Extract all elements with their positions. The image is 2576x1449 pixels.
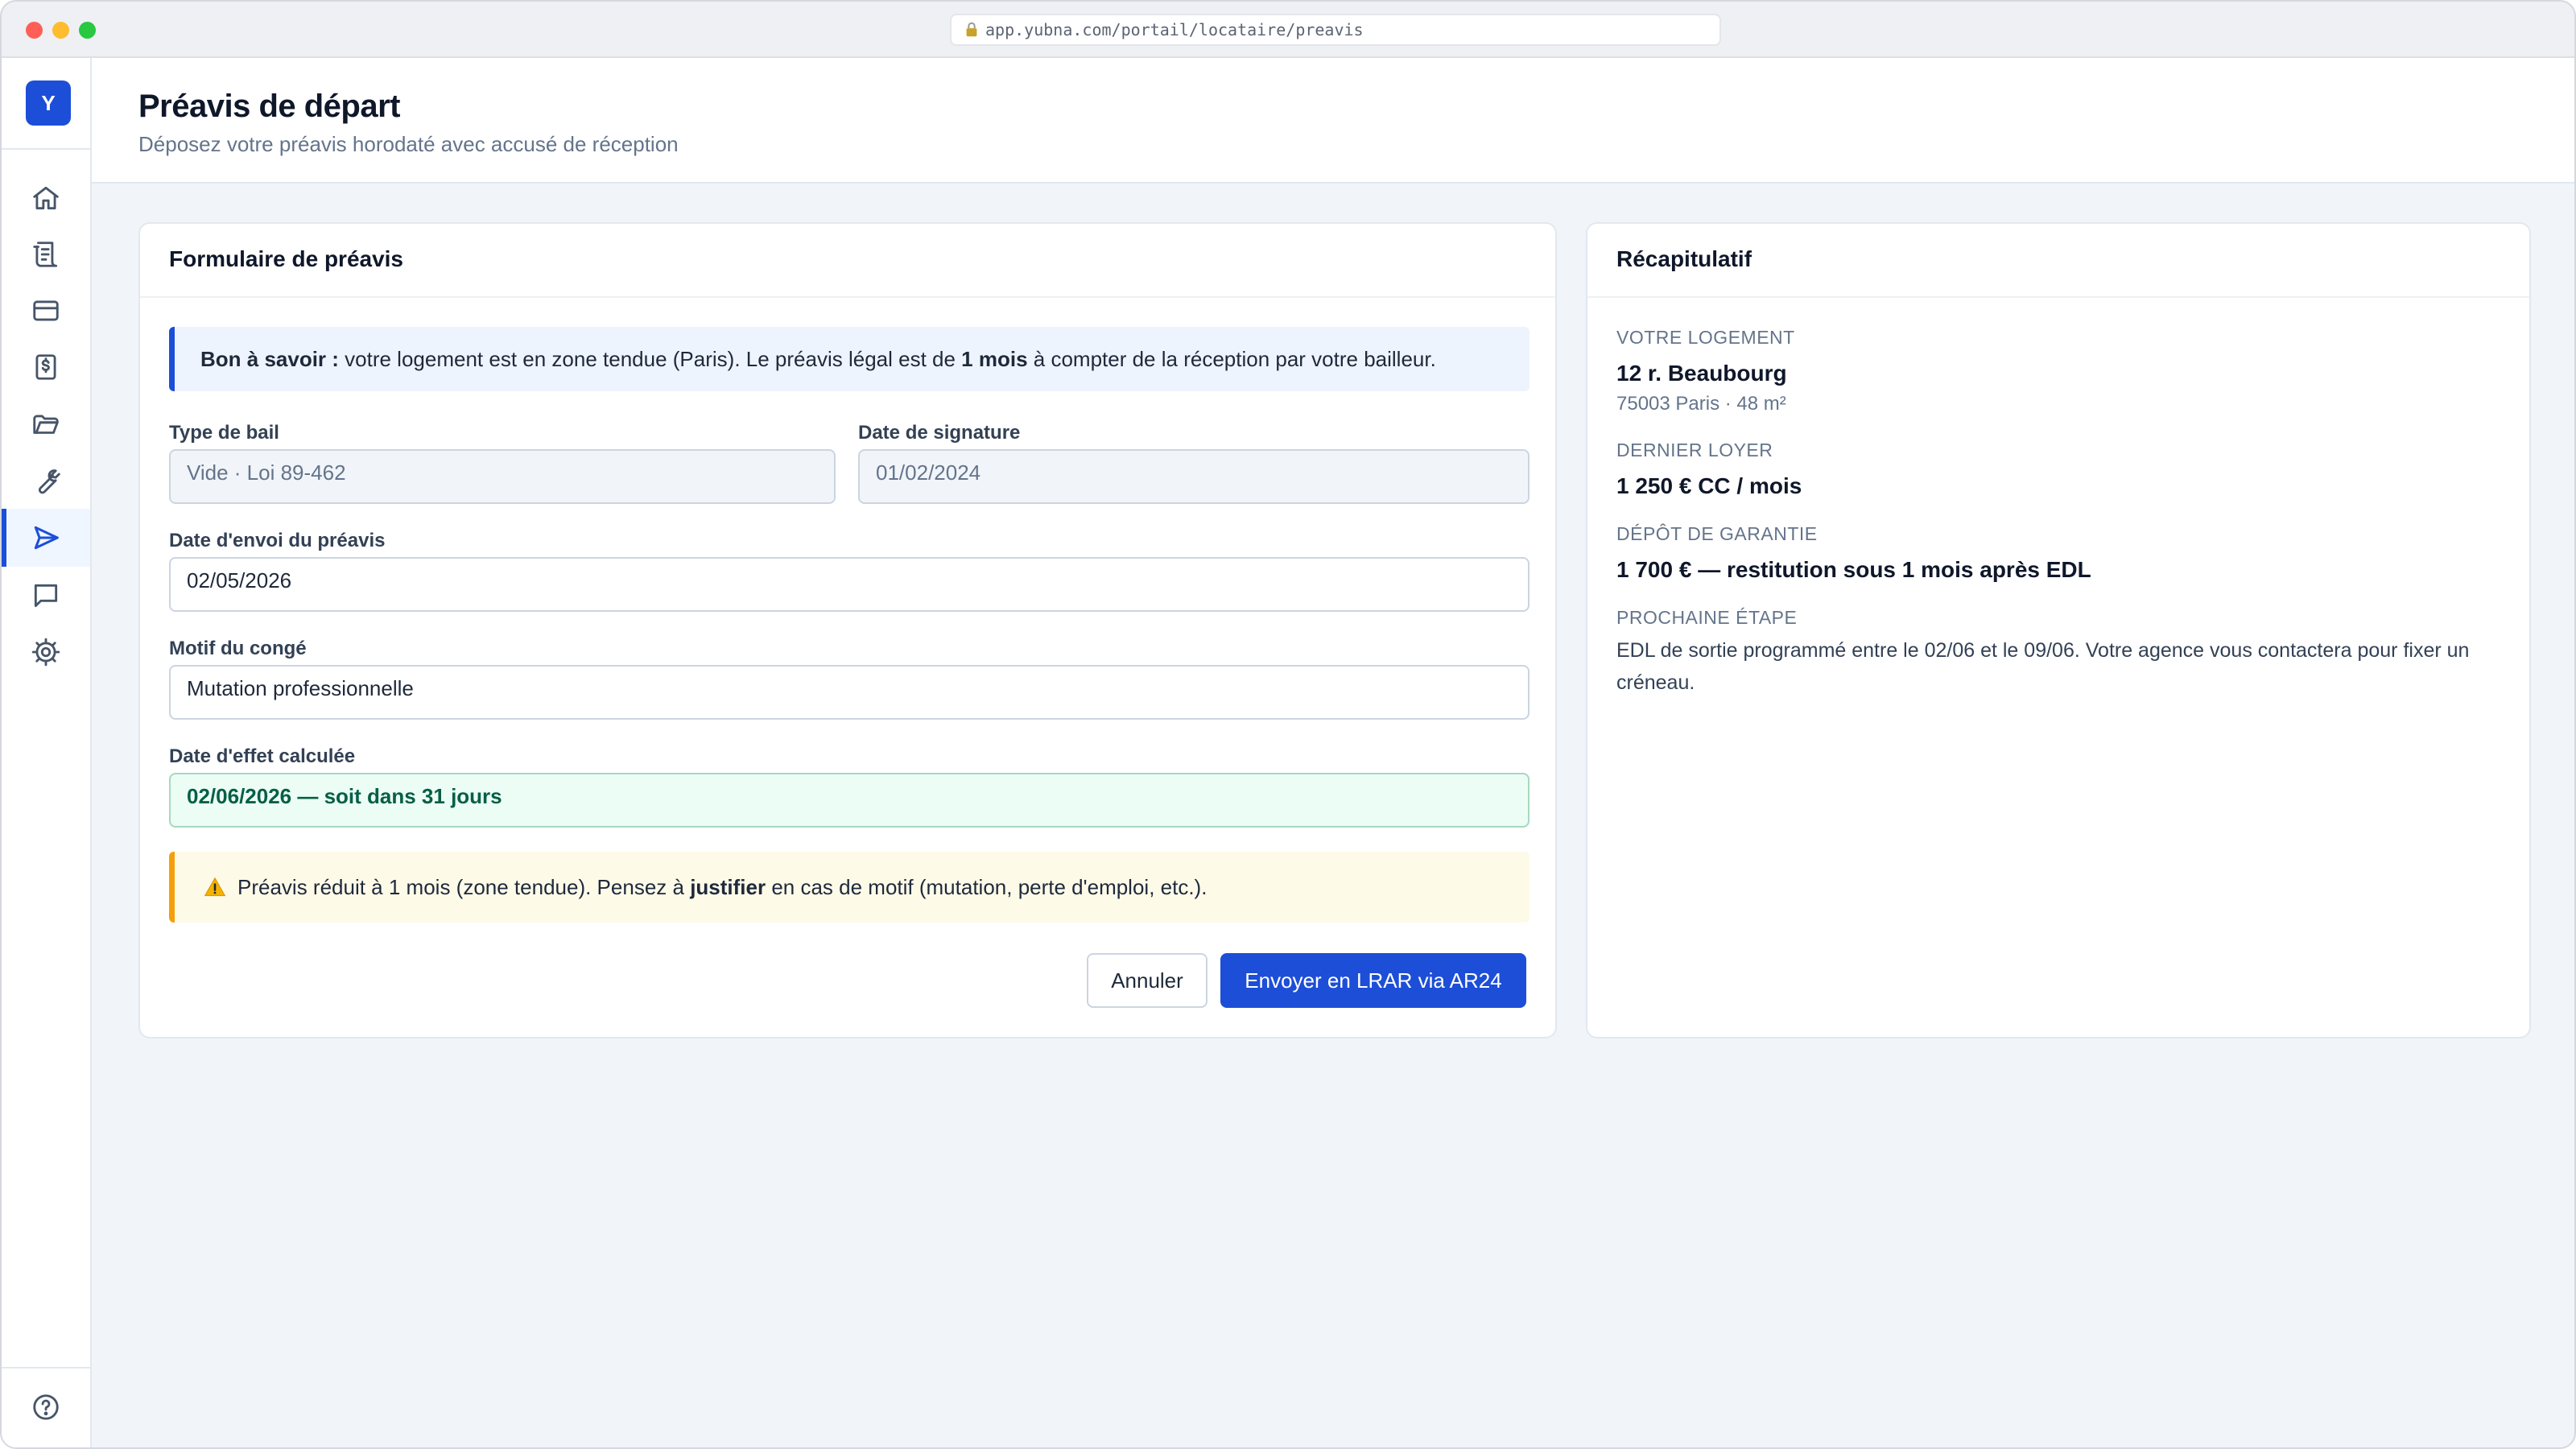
info-banner-text: votre logement est en zone tendue (Paris… <box>338 346 962 371</box>
divider <box>140 296 1555 298</box>
sidebar-item-folders[interactable] <box>2 396 90 454</box>
chat-icon <box>34 584 58 608</box>
url-text: app.yubna.com/portail/locataire/preavis <box>985 20 1364 39</box>
lease-type-field[interactable]: Vide · Loi 89-462 <box>169 449 836 504</box>
warning-text-end: en cas de motif (mutation, perte d'emplo… <box>766 874 1208 899</box>
maximize-window-button[interactable] <box>79 22 96 39</box>
folder-icon <box>33 415 59 434</box>
info-banner-text-end: à compter de la réception par votre bail… <box>1027 346 1436 371</box>
sidebar-item-notice[interactable] <box>2 509 90 567</box>
warning-text: Préavis réduit à 1 mois (zone tendue). P… <box>237 874 691 899</box>
warning-strong: justifier <box>690 874 766 899</box>
sidebar-item-payments[interactable] <box>2 282 90 340</box>
document-list-icon <box>33 242 58 267</box>
summary-title: Récapitulatif <box>1616 246 1752 271</box>
housing-details: 75003 Paris · 48 m² <box>1616 393 1786 415</box>
effective-date-label: Date d'effet calculée <box>169 745 356 767</box>
sidebar: Y <box>2 58 92 1447</box>
housing-label: Votre logement <box>1616 327 1795 348</box>
warning-icon <box>204 877 226 897</box>
page-subtitle: Déposez votre préavis horodaté avec accu… <box>138 132 679 156</box>
form-title: Formulaire de préavis <box>169 246 404 271</box>
home-icon <box>33 186 59 210</box>
app-logo[interactable]: Y <box>26 80 71 126</box>
rent-value: 1 250 € CC / mois <box>1616 473 1802 498</box>
summary-card: Récapitulatif Votre logement 12 r. Beaub… <box>1586 222 2531 1038</box>
divider <box>2 1367 90 1368</box>
effective-date-field: 02/06/2026 — soit dans 31 jours <box>169 773 1530 828</box>
sidebar-item-messages[interactable] <box>2 567 90 625</box>
reason-field[interactable]: Mutation professionnelle <box>169 665 1530 720</box>
lease-type-label: Type de bail <box>169 422 279 444</box>
notice-form-card: Formulaire de préavis Bon à savoir : vot… <box>138 222 1557 1038</box>
sidebar-item-maintenance[interactable] <box>2 452 90 510</box>
rent-label: Dernier loyer <box>1616 440 1773 460</box>
next-step-label: Prochaine étape <box>1616 607 1798 628</box>
sidebar-item-help[interactable] <box>2 1378 90 1436</box>
reason-label: Motif du congé <box>169 638 307 659</box>
divider <box>1587 296 2529 298</box>
info-banner-strong: Bon à savoir : <box>200 346 339 371</box>
browser-window: app.yubna.com/portail/locataire/preavis … <box>0 0 2576 1449</box>
title-bar: app.yubna.com/portail/locataire/preavis <box>2 2 2574 58</box>
address-bar[interactable]: app.yubna.com/portail/locataire/preavis <box>950 14 1721 46</box>
wrench-icon <box>38 469 60 494</box>
credit-card-icon <box>33 300 59 321</box>
send-date-label: Date d'envoi du préavis <box>169 530 386 551</box>
close-window-button[interactable] <box>26 22 43 39</box>
info-banner: Bon à savoir : votre logement est en zon… <box>169 327 1530 391</box>
lock-icon <box>966 22 977 37</box>
signature-date-label: Date de signature <box>858 422 1021 444</box>
sidebar-item-documents[interactable] <box>2 225 90 283</box>
signature-date-field[interactable]: 01/02/2024 <box>858 449 1530 504</box>
warning-banner: Préavis réduit à 1 mois (zone tendue). P… <box>169 852 1530 923</box>
cancel-button[interactable]: Annuler <box>1087 953 1208 1008</box>
page-header: Préavis de départ Déposez votre préavis … <box>92 58 2574 184</box>
send-date-field[interactable]: 02/05/2026 <box>169 557 1530 612</box>
receipt-icon <box>35 354 56 380</box>
next-step-text: EDL de sortie programmé entre le 02/06 e… <box>1616 639 2470 694</box>
sidebar-item-settings[interactable] <box>2 623 90 681</box>
sidebar-item-home[interactable] <box>2 169 90 227</box>
info-banner-highlight: 1 mois <box>961 346 1028 371</box>
housing-address: 12 r. Beaubourg <box>1616 361 1787 386</box>
page-title: Préavis de départ <box>138 89 401 124</box>
divider <box>2 148 90 150</box>
deposit-label: Dépôt de garantie <box>1616 523 1818 544</box>
gear-icon <box>31 638 60 667</box>
sidebar-item-receipts[interactable] <box>2 338 90 396</box>
send-icon <box>34 526 59 550</box>
deposit-value: 1 700 € — restitution sous 1 mois après … <box>1616 557 2091 582</box>
minimize-window-button[interactable] <box>52 22 69 39</box>
send-lrar-button[interactable]: Envoyer en LRAR via AR24 <box>1220 953 1526 1008</box>
help-icon <box>33 1394 59 1420</box>
